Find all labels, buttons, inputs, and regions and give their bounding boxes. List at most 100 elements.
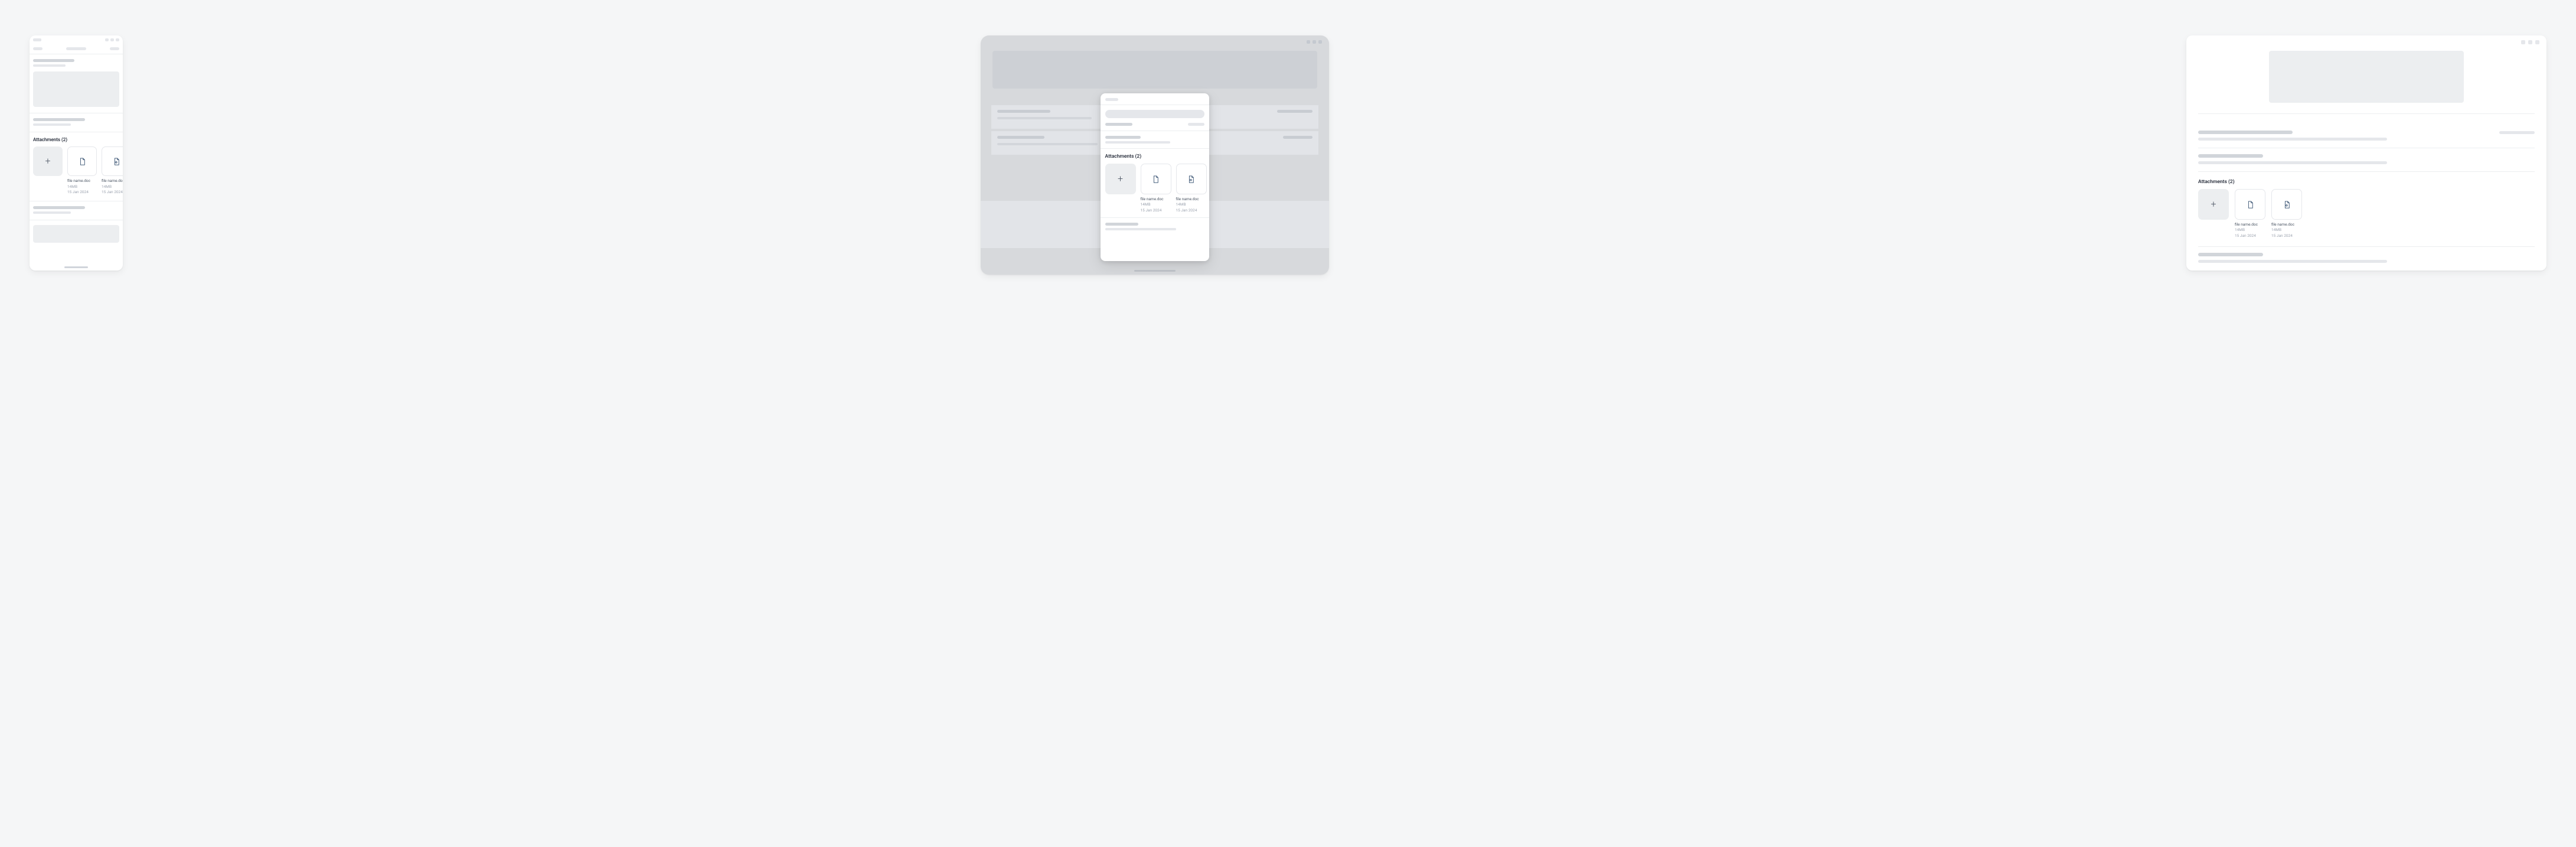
attachment-date: 15 Jan 2024 xyxy=(102,190,123,194)
content-section xyxy=(30,220,123,249)
attachment-date: 15 Jan 2024 xyxy=(2271,233,2302,238)
attachment-item[interactable]: file name.doc 14MB 15 Jan 2024 xyxy=(1176,164,1207,213)
attachment-tile[interactable] xyxy=(67,146,97,176)
attachment-date: 15 Jan 2024 xyxy=(1141,208,1171,213)
add-attachment-tile[interactable]: + xyxy=(1105,164,1136,194)
attachment-meta: file name.doc 14MB 15 Jan 2024 xyxy=(67,178,97,194)
attachment-filesize: 14MB xyxy=(102,184,123,189)
attachments-section: Attachments (2) + file name.doc 14MB 15 … xyxy=(2198,172,2535,247)
sheet-search-section xyxy=(1101,105,1209,131)
text-line-placeholder xyxy=(33,123,71,126)
attachment-meta: file name.doc 14MB 15 Jan 2024 xyxy=(2235,222,2265,238)
text-line-placeholder xyxy=(1105,141,1170,144)
plus-icon: + xyxy=(2211,200,2216,209)
document-icon xyxy=(112,157,121,166)
attachments-section: Attachments (2) + xyxy=(1101,149,1209,218)
nav-back-placeholder xyxy=(33,47,43,50)
attachment-meta: file name.doc 14MB 15 Jan 2024 xyxy=(1176,197,1207,213)
hero-section xyxy=(2198,51,2535,114)
content-section xyxy=(2198,247,2535,270)
attachment-add[interactable]: + xyxy=(1105,164,1136,213)
attachment-tile[interactable] xyxy=(2271,189,2302,220)
home-indicator xyxy=(64,266,88,268)
attachments-row: + file name.doc 14MB 15 Jan 2024 xyxy=(1105,164,1204,213)
attachments-section: Attachments (2) + file name.doc 14MB 15 … xyxy=(30,132,123,201)
window-controls xyxy=(2521,40,2539,44)
add-attachment-tile[interactable]: + xyxy=(33,146,63,176)
attachment-filename: file name.doc xyxy=(1141,197,1171,201)
action-placeholder xyxy=(2499,131,2535,134)
attachment-meta: file name.doc 14MB 15 Jan 2024 xyxy=(1141,197,1171,213)
device-tablet-frame: Attachments (2) + xyxy=(981,35,1329,275)
search-placeholder[interactable] xyxy=(1105,110,1204,118)
attachment-item[interactable]: file name.doc 14MB 15 Jan 2024 xyxy=(1141,164,1171,213)
attachment-filename: file name.doc xyxy=(67,178,97,183)
content-section xyxy=(30,113,123,132)
nav-title-placeholder xyxy=(66,47,86,50)
nav-action-placeholder xyxy=(110,47,119,50)
content-section xyxy=(30,54,123,113)
add-attachment-tile[interactable]: + xyxy=(2198,189,2229,220)
device-desktop-frame: Attachments (2) + file name.doc 14MB 15 … xyxy=(2186,35,2546,271)
attachment-filesize: 14MB xyxy=(2235,227,2265,232)
plus-icon: + xyxy=(45,157,50,166)
attachment-filesize: 14MB xyxy=(1141,202,1171,207)
attachments-label: Attachments (2) xyxy=(1105,154,1204,160)
attachment-tile[interactable] xyxy=(1141,164,1171,194)
attachment-item[interactable]: file name.doc 14MB 15 Jan 2024 xyxy=(67,146,97,194)
attachment-filename: file name.doc xyxy=(1176,197,1207,201)
attachment-tile[interactable] xyxy=(2235,189,2265,220)
attachment-meta: file name.doc 14MB 15 Jan 2024 xyxy=(102,178,123,194)
status-left-placeholder xyxy=(33,38,41,41)
attachments-label: Attachments (2) xyxy=(33,137,119,143)
content-section xyxy=(2198,148,2535,172)
text-line-placeholder xyxy=(2198,138,2387,141)
document-icon xyxy=(1151,175,1160,184)
text-line-placeholder xyxy=(1105,223,1138,226)
subtext-placeholder xyxy=(33,64,66,67)
attachment-tile[interactable] xyxy=(102,146,123,176)
sheet-text-section xyxy=(1101,131,1209,149)
attachments-row: + file name.doc 14MB 15 Jan 2024 xyxy=(2198,189,2535,238)
document-icon xyxy=(2246,200,2255,209)
attachment-filename: file name.doc xyxy=(2271,222,2302,227)
attachment-filename: file name.doc xyxy=(102,178,123,183)
attachment-filesize: 14MB xyxy=(2271,227,2302,232)
attachment-meta: file name.doc 14MB 15 Jan 2024 xyxy=(2271,222,2302,238)
attachment-add[interactable]: + xyxy=(33,146,63,194)
text-line-placeholder xyxy=(2198,161,2387,164)
hero-placeholder xyxy=(992,51,1317,89)
attachment-filesize: 14MB xyxy=(1176,202,1207,207)
text-line-placeholder xyxy=(33,118,85,121)
sheet-text-section xyxy=(1101,218,1209,235)
device-tablet-wrap: Attachments (2) + xyxy=(981,35,1329,275)
home-indicator xyxy=(1134,270,1176,272)
attachment-tile[interactable] xyxy=(1176,164,1207,194)
hero-panel xyxy=(2269,51,2464,103)
text-line-placeholder xyxy=(33,211,71,214)
attachment-filename: file name.doc xyxy=(2235,222,2265,227)
modal-sheet: Attachments (2) + xyxy=(1101,93,1209,261)
content-panel xyxy=(33,225,119,243)
text-line-placeholder xyxy=(33,206,85,209)
device-mobile-frame: Attachments (2) + file name.doc 14MB 15 … xyxy=(30,35,123,271)
content-panel xyxy=(33,71,119,107)
attachment-date: 15 Jan 2024 xyxy=(1176,208,1207,213)
sheet-handle-placeholder xyxy=(1105,98,1118,101)
attachment-item[interactable]: file name.doc 14MB 15 Jan 2024 xyxy=(2235,189,2265,238)
attachment-add[interactable]: + xyxy=(2198,189,2229,238)
text-line-placeholder xyxy=(1105,136,1141,139)
text-line-placeholder xyxy=(1105,123,1132,126)
attachment-item[interactable]: file name.doc 14MB 15 Jan 2024 xyxy=(102,146,123,194)
text-line-placeholder xyxy=(2198,260,2387,263)
attachment-item[interactable]: file name.doc 14MB 15 Jan 2024 xyxy=(2271,189,2302,238)
sheet-header xyxy=(1101,93,1209,105)
plus-icon: + xyxy=(1118,174,1123,184)
attachment-date: 15 Jan 2024 xyxy=(2235,233,2265,238)
text-line-placeholder xyxy=(2198,253,2263,256)
document-icon xyxy=(1187,175,1196,184)
attachment-date: 15 Jan 2024 xyxy=(67,190,97,194)
status-right-icons xyxy=(105,38,119,41)
text-line-placeholder xyxy=(1105,228,1176,230)
attachments-row: + file name.doc 14MB 15 Jan 2024 xyxy=(33,146,119,194)
